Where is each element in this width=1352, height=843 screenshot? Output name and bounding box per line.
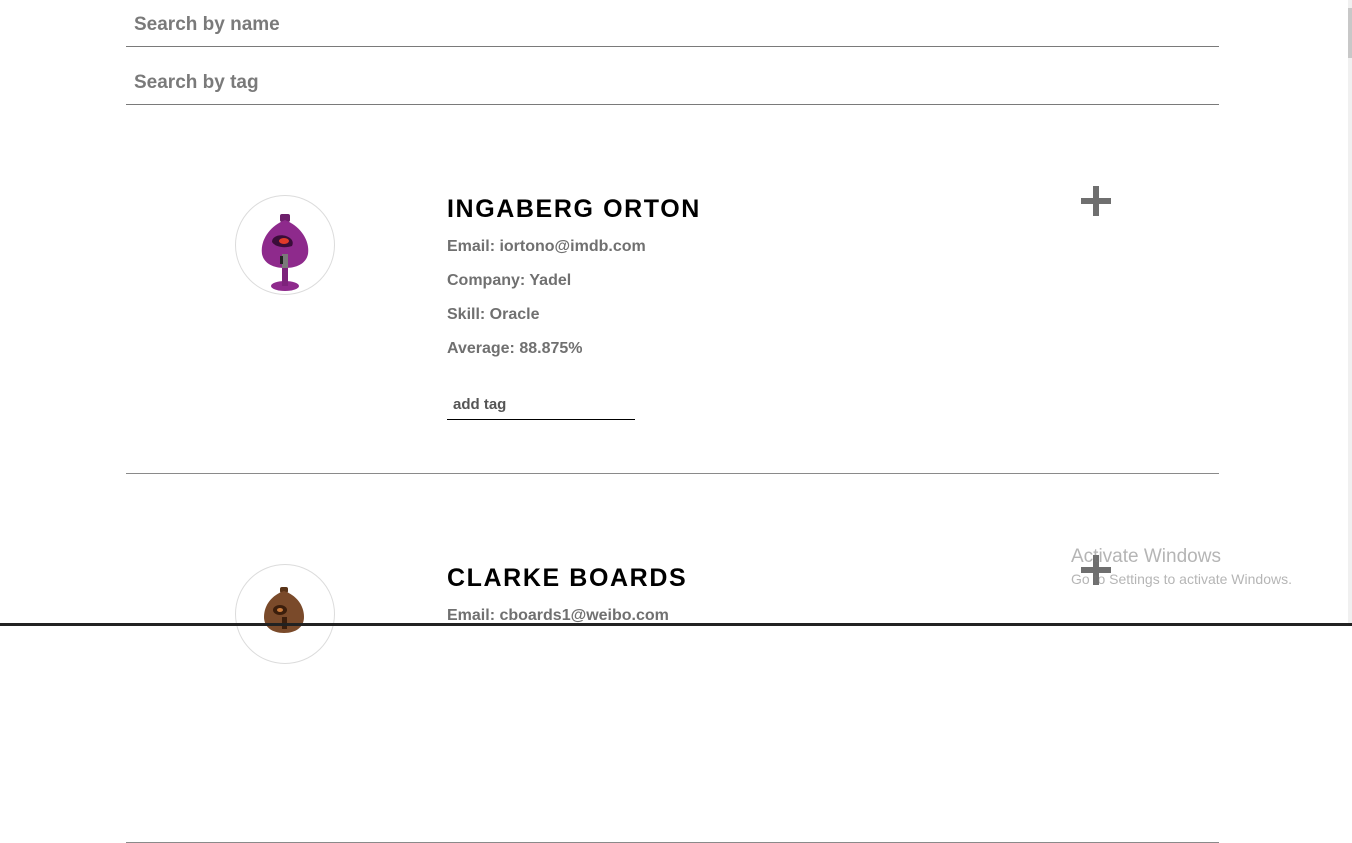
student-name: CLARKE BOARDS [447, 564, 688, 592]
expand-plus-icon[interactable] [1081, 555, 1111, 585]
add-tag-input[interactable] [447, 390, 635, 420]
scrollbar-thumb[interactable] [1348, 8, 1352, 58]
student-average: Average: 88.875% [447, 340, 583, 357]
brown-robot-avatar-icon [264, 587, 304, 633]
student-avatar [235, 564, 335, 664]
student-card: CLARKE BOARDS Email: cboards1@weibo.com [126, 474, 1219, 843]
vertical-scrollbar[interactable] [1348, 0, 1352, 626]
student-email: Email: cboards1@weibo.com [447, 607, 669, 624]
student-avatar [235, 195, 335, 295]
student-card: INGABERG ORTON Email: iortono@imdb.com C… [126, 105, 1219, 474]
student-email: Email: iortono@imdb.com [447, 238, 646, 255]
search-by-tag-input[interactable] [126, 61, 1219, 105]
student-list-container: INGABERG ORTON Email: iortono@imdb.com C… [126, 0, 1219, 843]
purple-robot-avatar-icon [261, 214, 309, 291]
expand-plus-icon[interactable] [1081, 186, 1111, 216]
student-name: INGABERG ORTON [447, 195, 701, 223]
student-skill: Skill: Oracle [447, 306, 540, 323]
student-company: Company: Yadel [447, 272, 572, 289]
student-info: INGABERG ORTON Email: iortono@imdb.com C… [447, 194, 701, 420]
search-by-name-input[interactable] [126, 3, 1219, 47]
